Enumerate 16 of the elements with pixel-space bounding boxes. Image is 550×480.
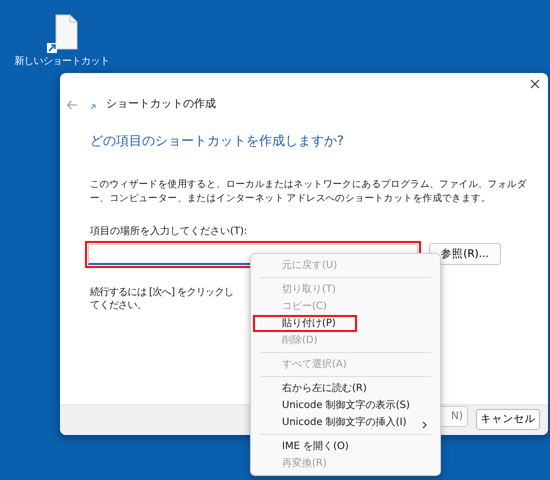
wizard-heading: どの項目のショートカットを作成しますか? [90,133,345,152]
cancel-button[interactable]: キャンセル [476,409,540,430]
menu-item[interactable]: IME を開く(O) [254,438,437,455]
chevron-right-icon [422,421,427,429]
shortcut-icon [90,104,96,110]
menu-item[interactable]: 貼り付け(P) [253,315,357,332]
browse-button[interactable]: 参照(R)... [429,243,501,266]
instruction-text: 続行するには [次へ] をクリックしてください。 [90,286,234,312]
menu-item[interactable]: 右から左に読む(R) [254,380,437,397]
shortcut-file-icon[interactable] [46,14,78,54]
back-arrow-icon[interactable] [66,100,78,110]
close-icon[interactable] [530,79,540,89]
wizard-description: このウィザードを使用すると、ローカルまたはネットワークにあるプログラム、ファイル、フォルダー、コンピューター、またはインターネット アドレスへのショートカットを作成できます。 [90,178,528,206]
field-label: 項目の場所を入力してください(T): [90,224,248,239]
dialog-title: ショートカットの作成 [106,96,216,112]
desktop-icon-label: 新しいショートカット [14,54,110,69]
